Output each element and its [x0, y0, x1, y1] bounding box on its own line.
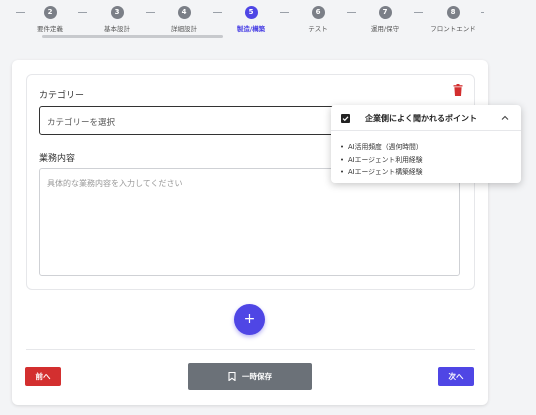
category-select-placeholder: カテゴリーを選択	[47, 118, 116, 128]
step-label: テスト	[308, 25, 328, 33]
stepper-scrollbar[interactable]	[42, 35, 223, 38]
save-draft-label: 一時保存	[242, 372, 272, 381]
step-8[interactable]: 8 フロントエンド	[418, 6, 488, 33]
list-item: AIエージェント利用経験	[340, 154, 423, 167]
step-number: 4	[177, 6, 191, 19]
step-label: 要件定義	[37, 25, 63, 33]
tips-popover-header[interactable]: 企業側によく聞かれるポイント	[331, 105, 521, 131]
step-number: 7	[378, 6, 392, 19]
category-label: カテゴリー	[39, 91, 85, 101]
step-number: 8	[446, 6, 460, 19]
add-entry-button[interactable]: +	[234, 304, 265, 335]
progress-stepper: 2 要件定義 3 基本設計 4 詳細設計 5 製造/構築 6 テスト 7 運用/…	[0, 0, 536, 44]
prev-button[interactable]: 前へ	[25, 367, 61, 386]
next-button[interactable]: 次へ	[438, 367, 474, 386]
step-connector	[481, 12, 484, 13]
checkbox-icon	[341, 114, 350, 123]
save-draft-button[interactable]: 一時保存	[188, 363, 312, 390]
step-number: 3	[110, 6, 124, 19]
step-7[interactable]: 7 運用/保守	[350, 6, 420, 33]
step-3[interactable]: 3 基本設計	[82, 6, 152, 33]
bookmark-icon	[228, 371, 236, 382]
chevron-up-icon[interactable]	[501, 114, 509, 122]
trash-icon[interactable]	[453, 84, 463, 96]
step-label: 製造/構築	[236, 25, 266, 33]
step-label: 運用/保守	[370, 25, 400, 33]
tips-list: AI活用頻度（週何時間） AIエージェント利用経験 AIエージェント構築経験	[340, 141, 423, 179]
step-label: 詳細設計	[171, 25, 197, 33]
step-2[interactable]: 2 要件定義	[15, 6, 85, 33]
list-item: AI活用頻度（週何時間）	[340, 141, 423, 154]
step-number: 6	[311, 6, 325, 19]
tips-popover: 企業側によく聞かれるポイント AI活用頻度（週何時間） AIエージェント利用経験…	[331, 105, 521, 183]
step-label: 基本設計	[104, 25, 130, 33]
tips-popover-title: 企業側によく聞かれるポイント	[365, 114, 477, 123]
step-number: 2	[43, 6, 57, 19]
step-6[interactable]: 6 テスト	[283, 6, 353, 33]
step-4[interactable]: 4 詳細設計	[149, 6, 219, 33]
list-item: AIエージェント構築経験	[340, 166, 423, 179]
divider	[26, 349, 475, 350]
business-textarea[interactable]: 具体的な業務内容を入力してください	[39, 168, 460, 276]
step-label: フロントエンド	[430, 25, 476, 33]
step-number: 5	[244, 6, 258, 19]
step-5[interactable]: 5 製造/構築	[216, 6, 286, 33]
business-label: 業務内容	[39, 154, 76, 164]
business-textarea-placeholder: 具体的な業務内容を入力してください	[47, 179, 183, 188]
